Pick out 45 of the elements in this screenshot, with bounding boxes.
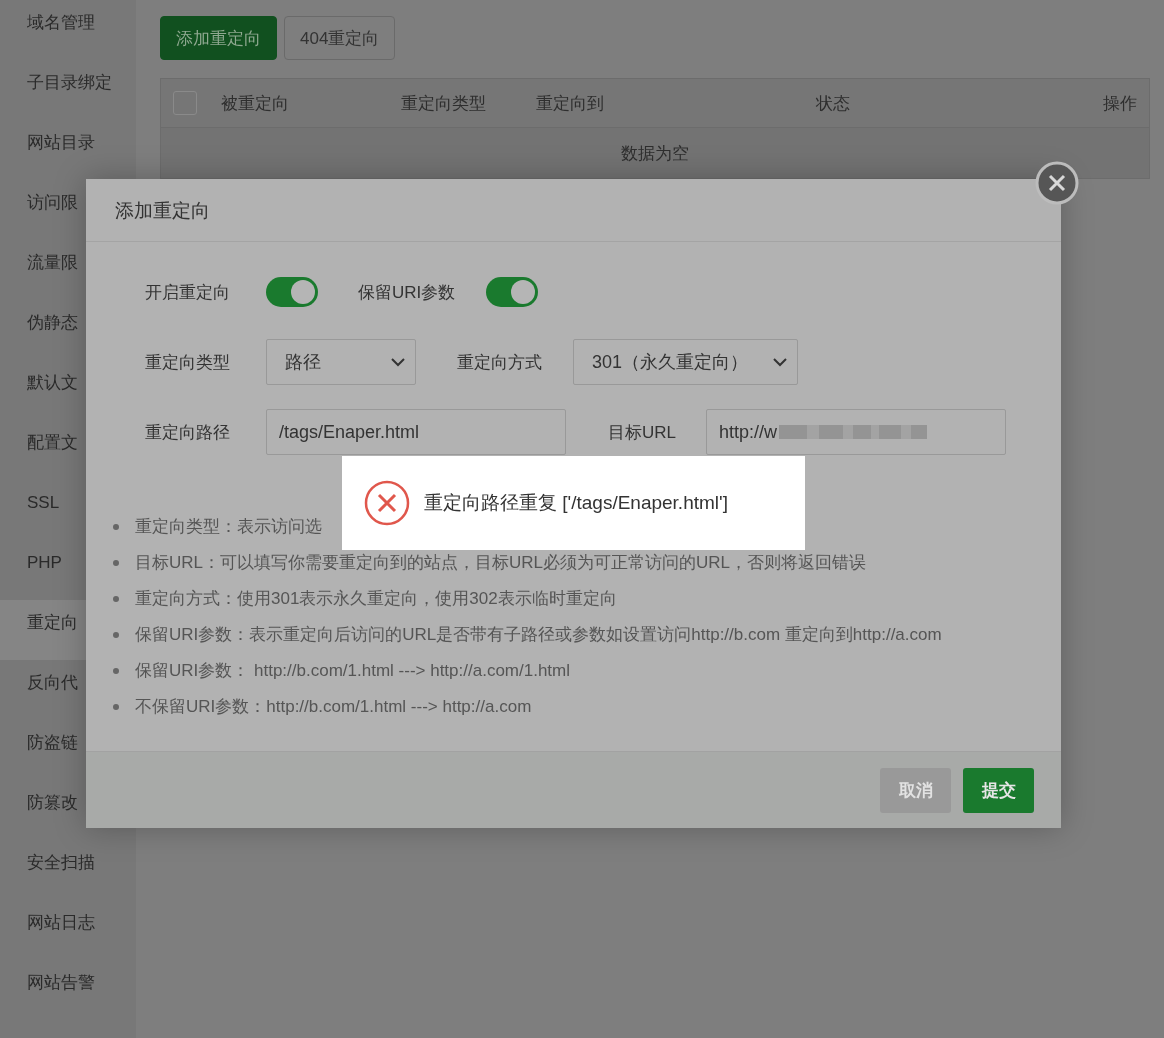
- redirect-404-button[interactable]: 404重定向: [284, 16, 396, 60]
- sidebar-item[interactable]: 域名管理: [0, 0, 136, 60]
- note-text: 保留URI参数：表示重定向后访问的URL是否带有子路径或参数如设置访问http://b.com 重定向到http://a.com: [135, 624, 942, 646]
- field-label: 保留URI参数: [358, 281, 456, 304]
- column-header: 状态: [816, 92, 851, 115]
- note-text: 重定向类型：表示访问选: [135, 516, 322, 538]
- column-header: 重定向到: [536, 92, 605, 115]
- dropdown[interactable]: 路径: [266, 339, 416, 385]
- note-text: 保留URI参数： http://b.com/1.html ---> http://a.com/1.html: [135, 660, 571, 682]
- error-message: 重定向路径重复 ['/tags/Enaper.html']: [424, 491, 728, 515]
- column-header: 被重定向: [221, 92, 290, 115]
- sidebar-item[interactable]: 安全扫描: [0, 840, 136, 900]
- bullet-icon: [113, 524, 119, 530]
- bullet-icon: [113, 668, 119, 674]
- dropdown[interactable]: 301（永久重定向）: [573, 339, 798, 385]
- note-text: 目标URL：可以填写你需要重定向到的站点，目标URL必须为可正常访问的URL，否则将返回错误: [135, 552, 867, 574]
- field-label: 目标URL: [608, 421, 676, 444]
- column-header: 重定向类型: [401, 92, 487, 115]
- error-icon: [364, 480, 410, 526]
- close-icon[interactable]: [1035, 161, 1079, 205]
- bullet-icon: [113, 704, 119, 710]
- column-header: 操作: [1103, 92, 1137, 115]
- add-button[interactable]: 添加重定向: [160, 16, 277, 60]
- caret-icon: [391, 357, 405, 367]
- caret-icon: [773, 357, 787, 367]
- field-label: 重定向方式: [457, 351, 542, 374]
- bullet-icon: [113, 596, 119, 602]
- submit-button[interactable]: 提交: [963, 767, 1034, 813]
- cancel-button[interactable]: 取消: [880, 767, 951, 813]
- field-label: 开启重定向: [145, 281, 231, 304]
- sidebar-item[interactable]: 网站目录: [0, 120, 136, 180]
- toggle-switch[interactable]: [266, 277, 318, 307]
- sidebar-item[interactable]: 子目录绑定: [0, 60, 136, 120]
- input-field[interactable]: /tags/Enaper.html: [266, 409, 566, 455]
- bullet-icon: [113, 560, 119, 566]
- empty-message: 数据为空: [621, 142, 689, 165]
- sidebar-item[interactable]: 网站告警: [0, 960, 136, 1020]
- note-text: 重定向方式：使用301表示永久重定向，使用302表示临时重定向: [135, 588, 617, 610]
- toggle-switch[interactable]: [486, 277, 539, 307]
- field-label: 重定向路径: [145, 421, 231, 444]
- sidebar-item[interactable]: 网站日志: [0, 900, 136, 960]
- note-text: 不保留URI参数：http://b.com/1.html ---> http://a.com: [135, 696, 532, 718]
- input-field[interactable]: http://w: [706, 409, 1006, 455]
- bullet-icon: [113, 632, 119, 638]
- field-label: 重定向类型: [145, 351, 231, 374]
